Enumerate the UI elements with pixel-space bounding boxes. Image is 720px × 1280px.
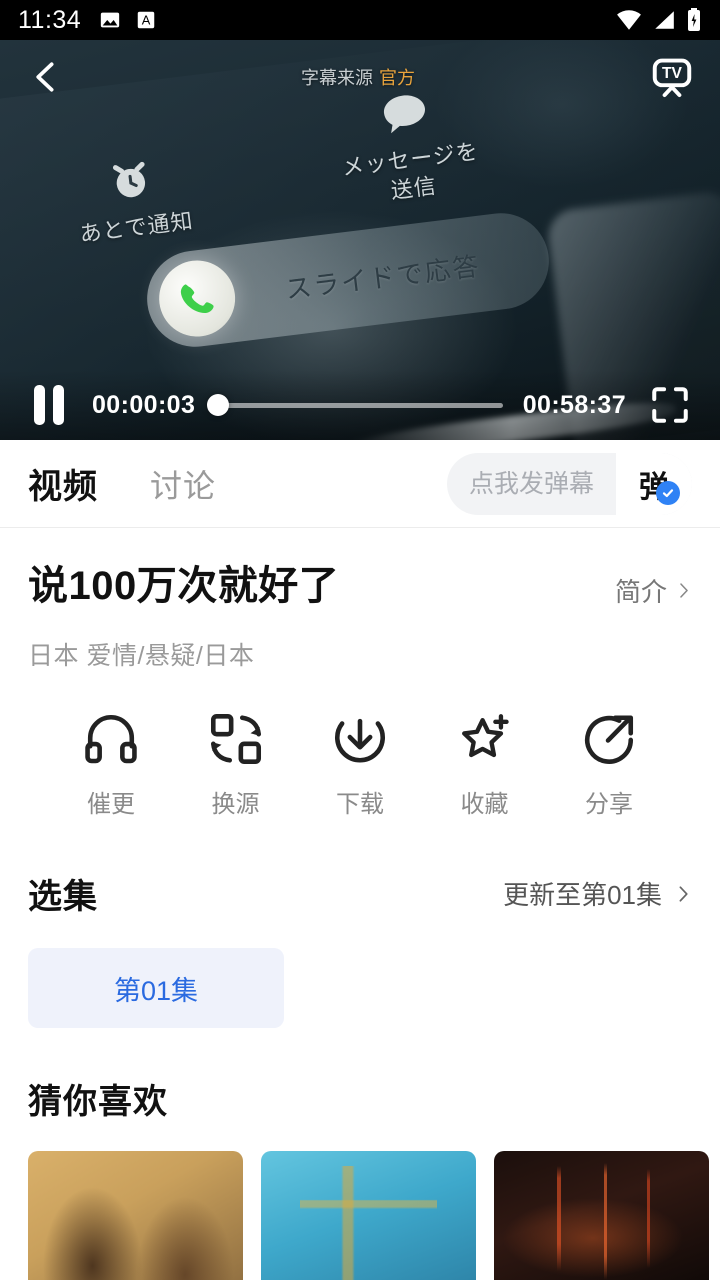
star-plus-icon bbox=[461, 714, 509, 758]
tab-video[interactable]: 视频 bbox=[28, 459, 98, 508]
chevron-right-icon bbox=[679, 885, 688, 902]
tv-cast-icon: TV bbox=[652, 58, 692, 98]
status-bar-notification-icons: A bbox=[99, 9, 157, 31]
status-bar: 11:34 A bbox=[0, 0, 720, 40]
progress-knob[interactable] bbox=[207, 394, 230, 416]
check-badge-icon bbox=[656, 480, 680, 505]
action-switch-source-label: 换源 bbox=[211, 791, 260, 818]
action-download-label: 下载 bbox=[336, 791, 384, 818]
show-detail-header: 说100万次就好了 简介 日本 爱情/悬疑/日本 bbox=[0, 528, 720, 672]
svg-text:A: A bbox=[142, 13, 151, 28]
cast-to-tv-button[interactable]: TV bbox=[646, 51, 698, 103]
cellular-signal-icon bbox=[655, 11, 674, 29]
tab-discussion[interactable]: 讨论 bbox=[150, 461, 216, 507]
subtitle-source: 字幕来源 官方 bbox=[70, 64, 646, 90]
text-a-icon: A bbox=[137, 11, 155, 29]
episode-chip-01[interactable]: 第01集 bbox=[28, 948, 284, 1028]
page-title: 说100万次就好了 bbox=[28, 564, 340, 608]
swap-source-icon bbox=[210, 713, 261, 765]
recommend-card-romance-drama[interactable] bbox=[28, 1151, 243, 1280]
image-icon bbox=[101, 12, 120, 28]
danmaku-toggle-button[interactable]: 弹 bbox=[616, 452, 692, 515]
share-icon bbox=[584, 715, 634, 764]
video-player[interactable]: あとで通知 メッセージを 送信 スライドで応答 字幕来源 官方 TV 00:00… bbox=[0, 40, 720, 440]
video-remind-later-group: あとで通知 bbox=[71, 151, 195, 249]
intro-link-label: 简介 bbox=[614, 577, 667, 607]
action-row: 催更 换源 下载 收藏 分享 bbox=[0, 672, 720, 819]
chevron-right-icon bbox=[680, 583, 688, 598]
current-time: 00:00:03 bbox=[92, 390, 196, 419]
fullscreen-icon bbox=[652, 387, 688, 423]
download-icon bbox=[334, 718, 386, 763]
action-request-update-label: 催更 bbox=[87, 791, 135, 818]
svg-text:TV: TV bbox=[662, 65, 683, 82]
action-share-label: 分享 bbox=[585, 791, 633, 818]
episode-list: 第01集 bbox=[0, 918, 720, 1028]
content-tabs: 视频 讨论 点我发弹幕 弹 bbox=[0, 440, 720, 528]
wifi-icon bbox=[617, 10, 641, 30]
progress-slider[interactable] bbox=[207, 393, 503, 417]
action-favorite-label: 收藏 bbox=[460, 791, 509, 818]
intro-link[interactable]: 简介 bbox=[615, 562, 692, 609]
back-button[interactable] bbox=[22, 53, 70, 101]
episodes-update-status-label: 更新至第01集 bbox=[503, 880, 662, 910]
danmaku-bar: 点我发弹幕 弹 bbox=[446, 452, 692, 515]
show-meta: 日本 爱情/悬疑/日本 bbox=[28, 642, 255, 670]
action-share[interactable]: 分享 bbox=[554, 710, 664, 819]
battery-charging-icon bbox=[688, 8, 700, 31]
action-favorite[interactable]: 收藏 bbox=[430, 710, 540, 819]
status-bar-time: 11:34 bbox=[18, 5, 82, 34]
pause-icon bbox=[34, 385, 45, 425]
action-switch-source[interactable]: 换源 bbox=[181, 710, 291, 819]
player-top-bar: 字幕来源 官方 TV bbox=[0, 40, 720, 114]
subtitle-source-label: 字幕来源 bbox=[301, 68, 373, 88]
progress-track bbox=[215, 402, 503, 408]
player-control-bar: 00:00:03 00:58:37 bbox=[0, 370, 720, 440]
recommend-row bbox=[0, 1123, 720, 1280]
pause-icon-second-bar bbox=[53, 385, 64, 425]
episodes-update-status[interactable]: 更新至第01集 bbox=[503, 875, 692, 912]
recommend-card-construction-drama[interactable] bbox=[261, 1151, 476, 1280]
pause-button[interactable] bbox=[26, 382, 72, 428]
danmaku-input[interactable]: 点我发弹幕 bbox=[447, 453, 616, 515]
total-duration: 00:58:37 bbox=[522, 390, 626, 419]
action-download[interactable]: 下载 bbox=[305, 710, 415, 819]
fullscreen-button[interactable] bbox=[646, 381, 694, 429]
recommend-card-dark-fantasy[interactable] bbox=[494, 1151, 709, 1280]
subtitle-source-value: 官方 bbox=[379, 68, 415, 88]
video-answer-knob bbox=[154, 256, 240, 341]
episodes-header: 选集 更新至第01集 bbox=[0, 819, 720, 918]
phone-call-icon bbox=[180, 284, 214, 313]
status-bar-system-icons bbox=[616, 8, 702, 32]
recommend-title: 猜你喜欢 bbox=[28, 1083, 168, 1121]
episodes-title: 选集 bbox=[28, 878, 98, 916]
video-slide-to-answer-label: スライドで応答 bbox=[283, 250, 483, 305]
back-chevron-icon bbox=[36, 62, 54, 92]
alarm-clock-icon bbox=[113, 161, 146, 198]
action-request-update[interactable]: 催更 bbox=[56, 710, 166, 819]
headphones-icon bbox=[85, 714, 137, 764]
title-row: 说100万次就好了 简介 bbox=[28, 562, 692, 610]
